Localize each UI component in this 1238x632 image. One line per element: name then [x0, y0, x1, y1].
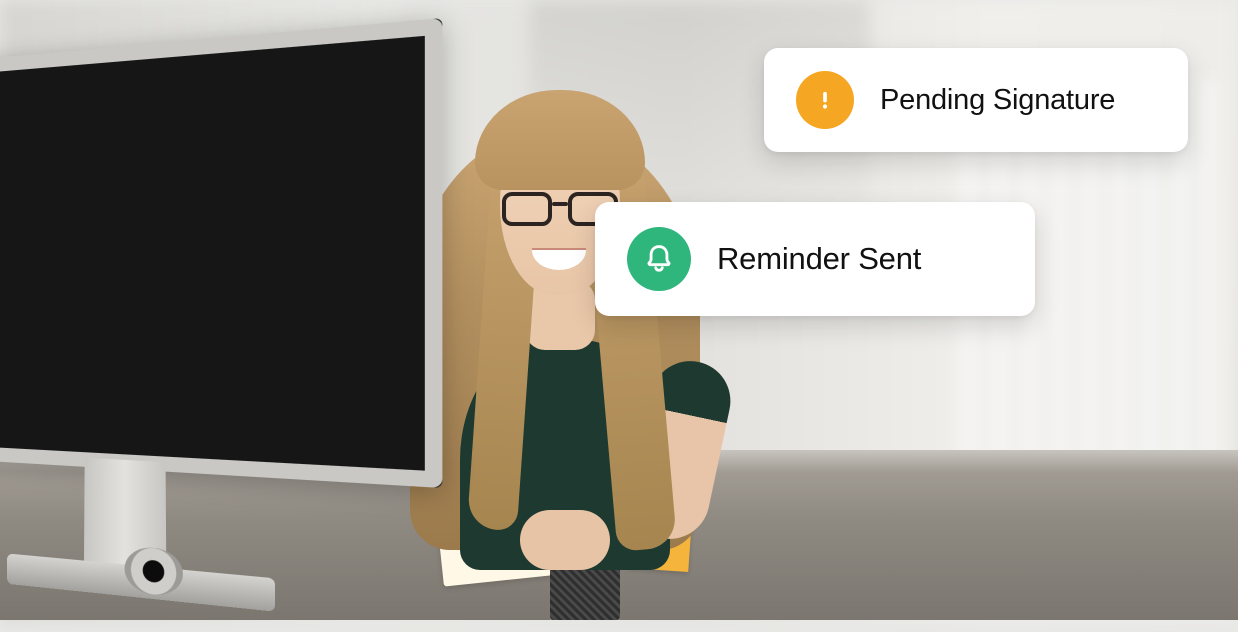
notification-label: Pending Signature [880, 84, 1115, 117]
hero-scene: Pending Signature Reminder Sent [0, 0, 1238, 620]
monitor [0, 16, 468, 585]
bell-icon [627, 227, 691, 291]
alert-icon [796, 71, 854, 129]
notification-label: Reminder Sent [717, 241, 921, 277]
notification-pending-signature: Pending Signature [764, 48, 1188, 152]
notification-reminder-sent: Reminder Sent [595, 202, 1035, 316]
